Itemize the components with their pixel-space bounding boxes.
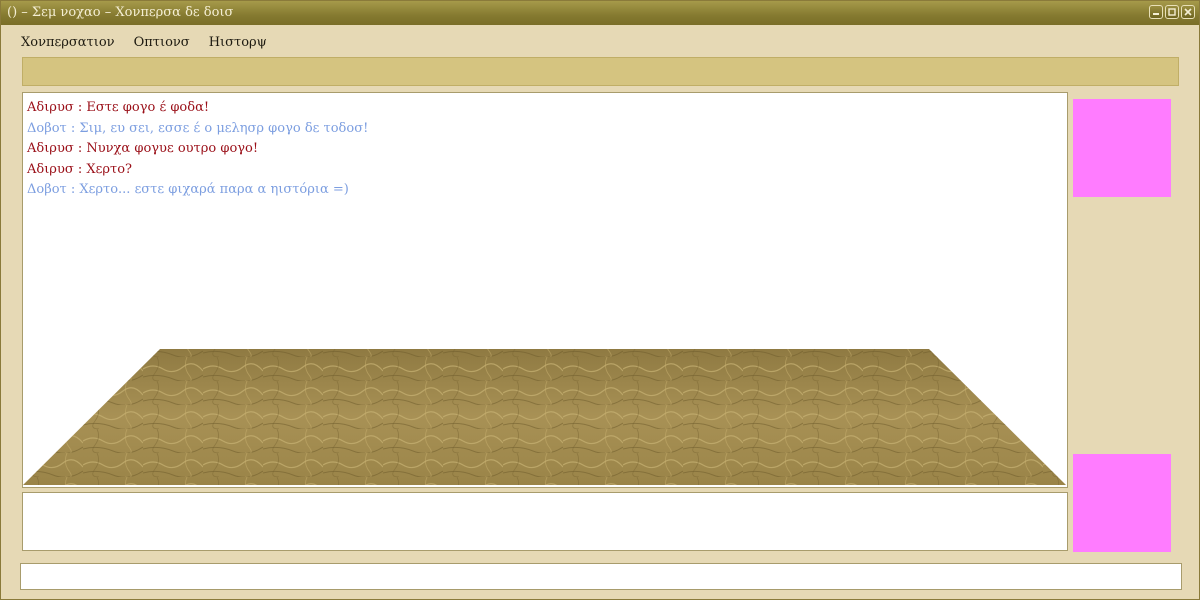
user-avatar (1073, 454, 1171, 552)
maximize-icon (1168, 8, 1176, 16)
message-list: Αδιρυσ : Εστε φογο έ φοδα! Δοβοτ : Σιμ, … (27, 98, 368, 201)
menu-bar: Χονπερσατιον Οπτιονσ Ηιστορψ (1, 31, 1199, 53)
message-input[interactable] (22, 492, 1068, 551)
chat-display[interactable]: Αδιρυσ : Εστε φογο έ φοδα! Δοβοτ : Σιμ, … (22, 92, 1068, 488)
app-window: () – Σεμ νοχαο – Χονπερσα δε δοισ Χονπερ… (0, 0, 1200, 600)
message-line: Δοβοτ : Χερτο... εστε φιχαρά παρα α ηιστ… (27, 182, 349, 197)
minimize-icon (1153, 13, 1159, 15)
toolbar (22, 57, 1179, 86)
message-line: Αδιρυσ : Νυνχα φογυε ουτρο φογο! (27, 141, 259, 156)
menu-history[interactable]: Ηιστορψ (209, 35, 267, 50)
contact-avatar (1073, 99, 1171, 197)
close-button[interactable] (1181, 5, 1195, 19)
window-controls (1149, 5, 1195, 19)
menu-conversation[interactable]: Χονπερσατιον (21, 35, 115, 50)
maximize-button[interactable] (1165, 5, 1179, 19)
message-line: Αδιρυσ : Χερτο? (27, 161, 132, 177)
close-icon (1184, 8, 1192, 16)
message-line: Αδιρυσ : Εστε φογο έ φοδα! (27, 100, 210, 115)
window-title: () – Σεμ νοχαο – Χονπερσα δε δοισ (7, 5, 234, 20)
menu-options[interactable]: Οπτιονσ (134, 35, 190, 50)
minimize-button[interactable] (1149, 5, 1163, 19)
message-line: Δοβοτ : Σιμ, ευ σει, εσσε έ ο μελησρ φογ… (27, 120, 369, 136)
title-bar[interactable]: () – Σεμ νοχαο – Χονπερσα δε δοισ (1, 1, 1199, 25)
status-bar (20, 563, 1182, 590)
